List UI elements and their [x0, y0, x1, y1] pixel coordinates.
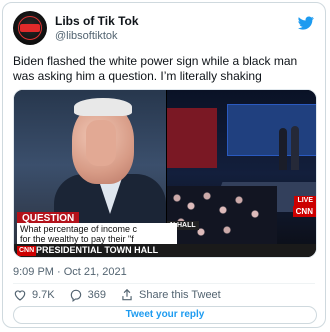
stage-screen [227, 104, 316, 156]
cnn-logo: CNN [17, 246, 37, 256]
reply-count: 369 [87, 289, 106, 301]
like-button[interactable]: 9.7K [13, 288, 55, 302]
hand-shape [86, 120, 116, 166]
like-count: 9.7K [32, 289, 55, 301]
question-box: What percentage of income c for the weal… [17, 223, 177, 244]
avatar[interactable] [13, 11, 47, 45]
tweet-actions: 9.7K 369 Share this Tweet [13, 287, 235, 303]
hair-shape [74, 98, 132, 116]
question-line-1: What percentage of income c [20, 224, 138, 234]
tweet-card: Libs of Tik Tok @libsoftiktok Biden flas… [2, 2, 326, 328]
share-icon [122, 288, 132, 301]
author-display-name[interactable]: Libs of Tik Tok [55, 14, 139, 29]
tweet-header: Libs of Tik Tok @libsoftiktok [13, 11, 315, 47]
heart-icon [14, 290, 26, 301]
divider [13, 283, 315, 284]
tweet-timestamp[interactable]: 9:09 PM · Oct 21, 2021 [13, 265, 127, 279]
twitter-bird-icon[interactable] [297, 15, 315, 31]
author-names: Libs of Tik Tok @libsoftiktok [55, 14, 139, 43]
tweet-media[interactable]: N HALL LIVE CNN QUESTION What percentage… [13, 89, 317, 258]
avatar-logo-mark [20, 24, 40, 32]
chyron-label: PRESIDENTIAL TOWN HALL [36, 245, 159, 255]
stage-person [279, 128, 287, 170]
tweet-text: Biden flashed the white power sign while… [13, 54, 298, 83]
chyron-bar: CNN PRESIDENTIAL TOWN HALL [14, 244, 316, 257]
live-badge: LIVE [294, 196, 316, 206]
reply-count-button[interactable]: 369 [69, 288, 106, 302]
share-label: Share this Tweet [139, 289, 221, 301]
media-right-frame: N HALL LIVE CNN [167, 90, 316, 257]
author-handle[interactable]: @libsoftiktok [55, 29, 139, 43]
stage-person [291, 126, 299, 170]
tweet-your-reply-button[interactable]: Tweet your reply [13, 306, 317, 324]
cnn-corner-logo: CNN [292, 206, 316, 217]
share-button[interactable]: Share this Tweet [120, 288, 221, 302]
stage-red-wall [167, 108, 217, 168]
question-line-2: for the wealthy to pay their "f [20, 234, 134, 244]
comment-icon [70, 289, 81, 302]
